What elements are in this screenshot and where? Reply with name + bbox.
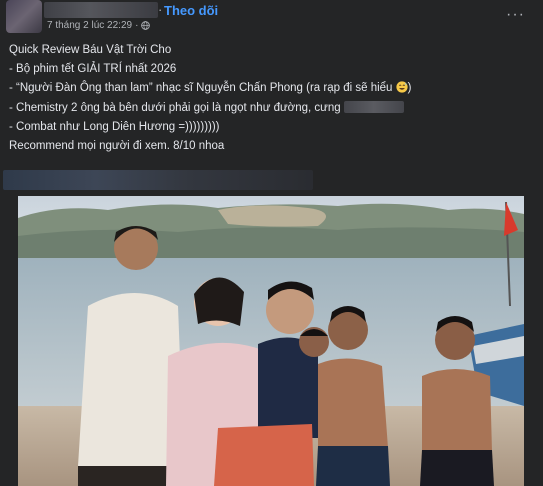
post-line-3: - Chemistry 2 ông bà bên dưới phải gọi l… [9, 99, 529, 118]
post-line-5: Recommend mọi người đi xem. 8/10 nhoa [9, 140, 225, 153]
post-line-2: - “Người Đàn Ông than lam” nhạc sĩ Nguyễ… [9, 79, 529, 98]
mention-redacted[interactable] [343, 100, 404, 113]
avatar[interactable] [6, 0, 42, 33]
globe-icon[interactable] [141, 21, 151, 30]
header-separator: · [158, 2, 163, 17]
post-card: · Theo dõi 7 tháng 2 lúc 22:29 · ··· Qui… [0, 0, 543, 486]
author-name-redacted[interactable] [44, 2, 158, 18]
movie-still-image [18, 196, 524, 486]
grinning-sweat-emoji [396, 81, 408, 94]
post-line-4: - Combat như Long Diên Hương =))))))))) [9, 120, 220, 133]
meta-separator: · [135, 20, 139, 31]
post-photo[interactable] [18, 196, 524, 486]
post-line-2-suffix: ) [407, 82, 412, 95]
post-line-3-text: - Chemistry 2 ông bà bên dưới phải gọi l… [9, 101, 344, 114]
post-line-title: Quick Review Báu Vật Trời Cho [9, 44, 172, 56]
follow-button[interactable]: Theo dõi [164, 3, 218, 18]
post-header: · Theo dõi 7 tháng 2 lúc 22:29 · ··· [0, 0, 543, 36]
post-meta: 7 tháng 2 lúc 22:29 · [47, 20, 151, 31]
redacted-text-block [3, 170, 313, 190]
post-line-1: - Bộ phim tết GIẢI TRÍ nhất 2026 [9, 63, 177, 76]
post-text: Quick Review Báu Vật Trời Cho - Bộ phim … [9, 41, 529, 156]
timestamp[interactable]: 7 tháng 2 lúc 22:29 [47, 20, 132, 31]
more-options-icon[interactable]: ··· [506, 7, 525, 23]
post-line-2-text: - “Người Đàn Ông than lam” nhạc sĩ Nguyễ… [9, 82, 396, 95]
